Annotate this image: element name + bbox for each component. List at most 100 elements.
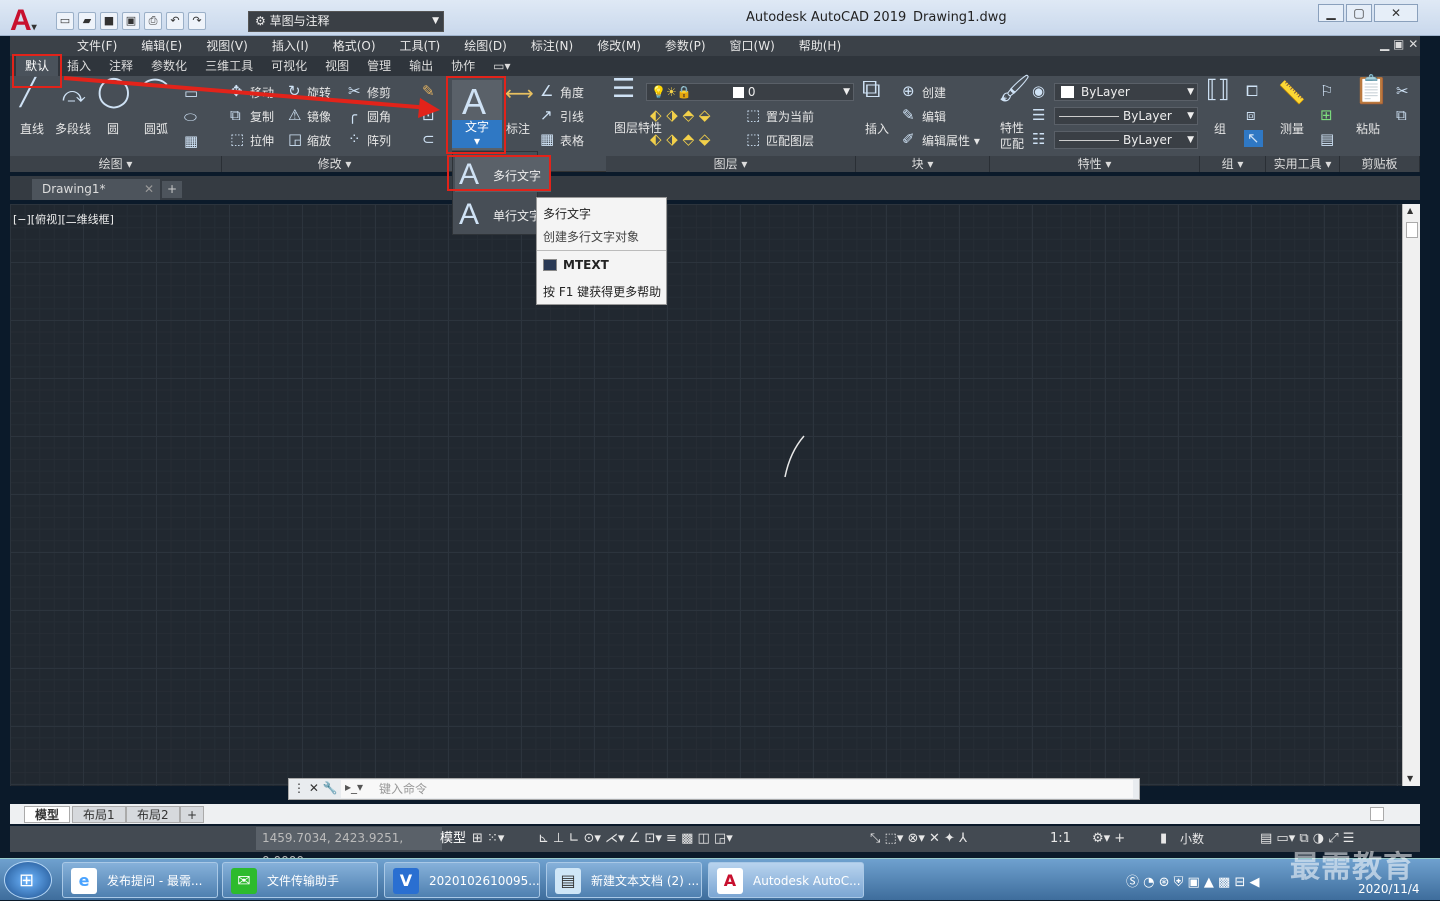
scroll-thumb[interactable] bbox=[1406, 222, 1418, 238]
viewport-controls[interactable]: [−][俯视][二维线框] bbox=[13, 211, 114, 227]
vertical-scrollbar[interactable]: ▲ ▼ bbox=[1402, 204, 1420, 786]
ellipse-icon[interactable]: ⬭ bbox=[184, 110, 197, 125]
group-select-icon[interactable]: ↖ bbox=[1244, 130, 1263, 147]
table-button[interactable]: 表格 bbox=[560, 132, 584, 149]
match-layer-button[interactable]: 匹配图层 bbox=[766, 132, 814, 149]
new-tab-button[interactable]: + bbox=[162, 181, 182, 198]
menu-item-10[interactable]: 窗口(W) bbox=[718, 36, 787, 56]
array-button[interactable]: 阵列 bbox=[367, 132, 391, 149]
menu-item-5[interactable]: 工具(T) bbox=[388, 36, 453, 56]
modify-panel-label[interactable]: 修改 ▾ bbox=[222, 156, 448, 172]
paste-button[interactable]: 粘贴 bbox=[1356, 120, 1380, 137]
set-current-button[interactable]: 置为当前 bbox=[766, 108, 814, 125]
taskbar-item-video[interactable]: V 2020102610095... bbox=[384, 862, 540, 898]
group-button[interactable]: 组 bbox=[1214, 120, 1226, 137]
ribbon-tab-2[interactable]: 注释 bbox=[100, 56, 142, 76]
stretch-button[interactable]: 拉伸 bbox=[250, 132, 274, 149]
group-edit-icon[interactable]: ⧈ bbox=[1246, 108, 1256, 123]
groups-panel-label[interactable]: 组 ▾ bbox=[1200, 156, 1266, 172]
arc-icon[interactable]: ⌒ bbox=[142, 80, 168, 106]
hatch-icon[interactable]: ▦ bbox=[184, 134, 198, 149]
menu-item-2[interactable]: 视图(V) bbox=[194, 36, 260, 56]
print-icon[interactable]: ⎙ bbox=[144, 12, 162, 30]
paste-icon[interactable]: 📋 bbox=[1354, 76, 1389, 104]
quick-select-icon[interactable]: ⚐ bbox=[1320, 84, 1333, 99]
open-file-icon[interactable]: ▰ bbox=[78, 12, 96, 30]
edit-attribute-button[interactable]: 编辑属性 ▾ bbox=[922, 132, 980, 149]
model-space-button[interactable]: 模型 bbox=[440, 830, 466, 848]
tab-model[interactable]: 模型 bbox=[24, 806, 71, 823]
edit-block-button[interactable]: 编辑 bbox=[922, 108, 946, 125]
mdi-window-controls[interactable]: ▁ ▣ ✕ bbox=[1380, 37, 1418, 51]
menu-item-8[interactable]: 修改(M) bbox=[585, 36, 653, 56]
command-line-buttons[interactable]: ⋮ ✕ 🔧 bbox=[293, 781, 338, 795]
utilities-panel-label[interactable]: 实用工具 ▾ bbox=[1266, 156, 1340, 172]
ribbon-tab-5[interactable]: 可视化 bbox=[262, 56, 316, 76]
ribbon-tab-7[interactable]: 管理 bbox=[358, 56, 400, 76]
polyline-button[interactable]: 多段线 bbox=[55, 120, 91, 137]
leader-button[interactable]: 引线 bbox=[560, 108, 584, 125]
draw-panel-label[interactable]: 绘图 ▾ bbox=[10, 156, 222, 172]
properties-panel-label[interactable]: 特性 ▾ bbox=[990, 156, 1200, 172]
ribbon-tab-8[interactable]: 输出 bbox=[400, 56, 442, 76]
tab-layout2[interactable]: 布局2 bbox=[126, 806, 180, 823]
lineweight-select[interactable]: ByLayer ▼ bbox=[1054, 131, 1198, 149]
polyline-icon[interactable]: ⤼ bbox=[62, 85, 86, 107]
select-all-icon[interactable]: ⊞ bbox=[1320, 108, 1333, 123]
mirror-button[interactable]: 镜像 bbox=[307, 108, 331, 125]
menu-item-11[interactable]: 帮助(H) bbox=[787, 36, 853, 56]
rotate-button[interactable]: 旋转 bbox=[307, 84, 331, 101]
circle-icon[interactable]: ◯ bbox=[97, 77, 131, 107]
scale-button[interactable]: 缩放 bbox=[307, 132, 331, 149]
move-button[interactable]: 移动 bbox=[250, 84, 274, 101]
rectangle-icon[interactable]: ▭ bbox=[184, 86, 198, 101]
menu-item-0[interactable]: 文件(F) bbox=[65, 36, 129, 56]
copy-button[interactable]: 复制 bbox=[250, 108, 274, 125]
undo-icon[interactable]: ↶ bbox=[166, 12, 184, 30]
ungroup-icon[interactable]: ⧠ bbox=[1246, 84, 1258, 99]
dimension-button[interactable]: 标注 bbox=[506, 120, 530, 137]
tab-layout1[interactable]: 布局1 bbox=[72, 806, 126, 823]
measure-button[interactable]: 测量 bbox=[1280, 120, 1304, 137]
units-select[interactable]: 小数 bbox=[1180, 830, 1204, 848]
insert-block-icon[interactable]: ⧉ bbox=[862, 76, 881, 102]
autocad-logo-icon[interactable]: A▾ bbox=[10, 6, 48, 38]
taskbar-item-ie[interactable]: e 发布提问 - 最需... bbox=[62, 862, 218, 898]
doc-tab-drawing1[interactable]: Drawing1* ✕ bbox=[32, 179, 160, 200]
taskbar-item-wechat[interactable]: ✉ 文件传输助手 bbox=[222, 862, 378, 898]
layer-tools-icon[interactable]: ⬖ ⬗ ⬘ ⬙ bbox=[650, 108, 710, 123]
ribbon-tab-1[interactable]: 插入 bbox=[58, 56, 100, 76]
circle-button[interactable]: 圆 bbox=[107, 120, 119, 137]
redo-icon[interactable]: ↷ bbox=[188, 12, 206, 30]
minimize-button[interactable]: ▁ bbox=[1318, 4, 1344, 22]
start-button[interactable]: ⊞ bbox=[4, 861, 52, 899]
trim-button[interactable]: 修剪 bbox=[367, 84, 391, 101]
block-panel-label[interactable]: 块 ▾ bbox=[856, 156, 990, 172]
new-file-icon[interactable]: ▭ bbox=[56, 12, 74, 30]
group-icon[interactable]: ⟦⟧ bbox=[1206, 77, 1230, 101]
annotation-scale[interactable]: 1:1 bbox=[1050, 830, 1071, 848]
close-button[interactable]: ✕ bbox=[1374, 4, 1418, 22]
scroll-down-icon[interactable]: ▼ bbox=[1407, 774, 1413, 783]
scroll-up-icon[interactable]: ▲ bbox=[1407, 206, 1413, 215]
maximize-button[interactable]: ▢ bbox=[1346, 4, 1372, 22]
ribbon-tab-9[interactable]: 协作 bbox=[442, 56, 484, 76]
layer-properties-icon[interactable]: ☰ bbox=[612, 76, 635, 102]
taskbar-item-notepad[interactable]: ▤ 新建文本文档 (2) ... bbox=[546, 862, 702, 898]
tray-icons[interactable]: Ⓢ ◔ ⊛ ⛨ ▣ ▲ ▩ ⊟ ◀ bbox=[1126, 871, 1260, 890]
fillet-button[interactable]: 圆角 bbox=[367, 108, 391, 125]
taskbar-item-autocad[interactable]: A Autodesk AutoC... bbox=[708, 862, 864, 898]
save-icon[interactable]: ■ bbox=[100, 12, 118, 30]
offset-icon[interactable]: ⊂ bbox=[422, 132, 435, 147]
match-properties-button[interactable]: 特性匹配 bbox=[1000, 120, 1024, 152]
copy-clip-icon[interactable]: ⧉ bbox=[1396, 108, 1407, 123]
annotation-icons[interactable]: ⤡ ⬚▾ ⊗▾ ✕ ✦ ⅄ bbox=[870, 830, 967, 848]
coordinates-readout[interactable]: 1459.7034, 2423.9251, 0.0000 bbox=[256, 827, 442, 868]
snap-icons[interactable]: ⊾ ⊥ ∟ ⊙▾ ⋌▾ ∠ ⊡▾ ≡ ▩ ◫ ◲▾ bbox=[538, 830, 733, 848]
angle-button[interactable]: 角度 bbox=[560, 84, 584, 101]
grid-icon[interactable]: ⊞ ⁙▾ bbox=[472, 830, 504, 848]
layers-panel-label[interactable]: 图层 ▾ bbox=[606, 156, 856, 172]
dimension-icon[interactable]: ⟷ bbox=[505, 83, 534, 103]
drawing-canvas[interactable]: [−][俯视][二维线框] bbox=[10, 204, 1402, 786]
workspace-gear-icon[interactable]: ⚙▾ + bbox=[1092, 830, 1125, 848]
